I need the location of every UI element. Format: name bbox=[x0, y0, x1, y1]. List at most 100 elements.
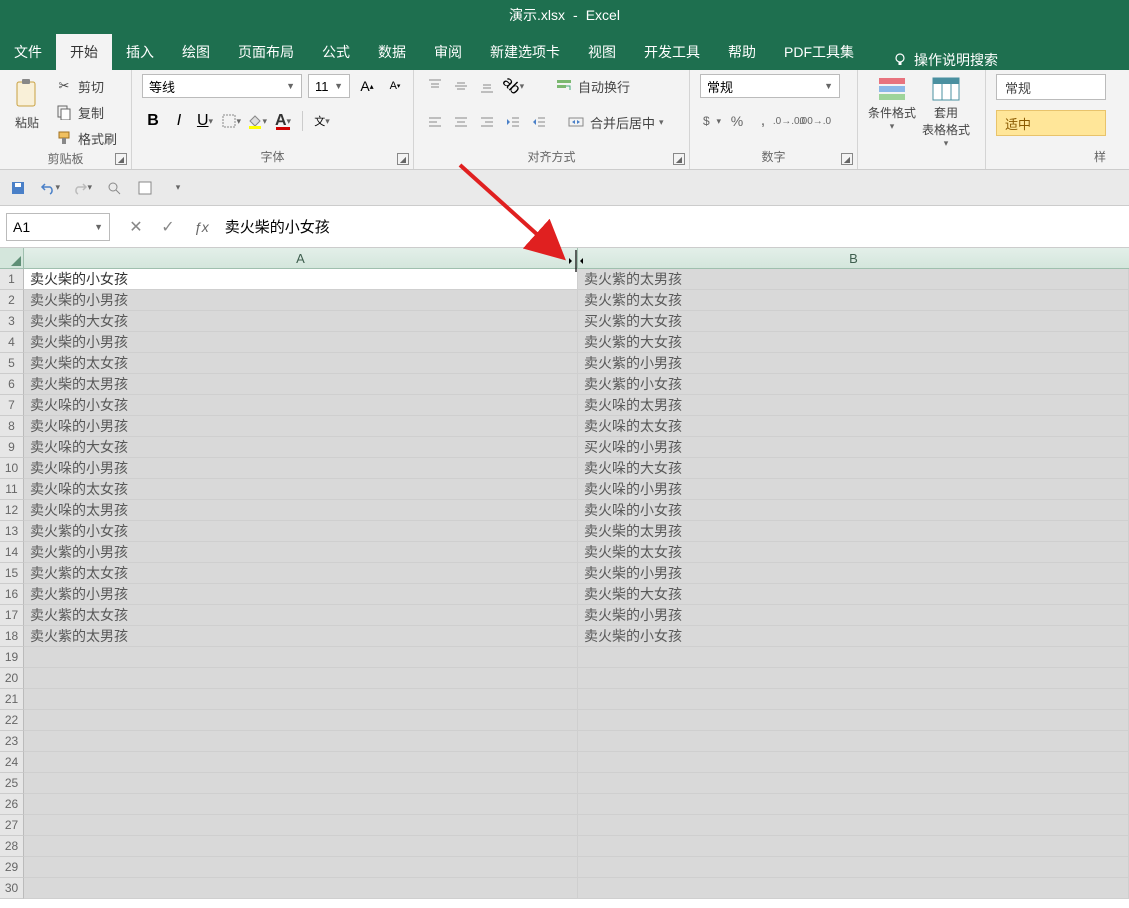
increase-font-button[interactable]: A▴ bbox=[356, 75, 378, 97]
cell[interactable] bbox=[578, 857, 1129, 878]
row-header[interactable]: 11 bbox=[0, 479, 24, 500]
phonetic-button[interactable]: 文 ▾ bbox=[311, 110, 333, 132]
borders-button[interactable]: ▾ bbox=[220, 110, 242, 132]
italic-button[interactable]: I bbox=[168, 110, 190, 132]
align-center-button[interactable] bbox=[450, 111, 472, 133]
cell[interactable]: 买火紫的大女孩 bbox=[578, 311, 1129, 332]
row-header[interactable]: 2 bbox=[0, 290, 24, 311]
cell[interactable] bbox=[24, 794, 578, 815]
cell[interactable]: 卖火紫的小男孩 bbox=[578, 353, 1129, 374]
cell[interactable]: 卖火柴的大女孩 bbox=[578, 584, 1129, 605]
cell[interactable]: 卖火哚的大女孩 bbox=[578, 458, 1129, 479]
alignment-dialog-launcher[interactable]: ◢ bbox=[673, 153, 685, 165]
row-header[interactable]: 23 bbox=[0, 731, 24, 752]
orientation-button[interactable]: ab▾ bbox=[502, 75, 524, 97]
cell[interactable]: 卖火柴的小男孩 bbox=[578, 605, 1129, 626]
tab-pdf[interactable]: PDF工具集 bbox=[770, 34, 868, 70]
column-header-B[interactable]: B bbox=[578, 248, 1129, 268]
tab-data[interactable]: 数据 bbox=[364, 34, 420, 70]
cell[interactable]: 卖火紫的大女孩 bbox=[578, 332, 1129, 353]
cell[interactable] bbox=[578, 773, 1129, 794]
format-as-table-button[interactable]: 套用 表格格式 ▾ bbox=[922, 74, 970, 149]
conditional-format-button[interactable]: 条件格式 ▾ bbox=[868, 74, 916, 132]
cell[interactable] bbox=[24, 668, 578, 689]
cell[interactable]: 卖火柴的太男孩 bbox=[24, 374, 578, 395]
cell[interactable] bbox=[24, 773, 578, 794]
tab-developer[interactable]: 开发工具 bbox=[630, 34, 714, 70]
cell[interactable]: 卖火紫的小女孩 bbox=[578, 374, 1129, 395]
fill-color-button[interactable]: ▾ bbox=[246, 110, 268, 132]
row-header[interactable]: 24 bbox=[0, 752, 24, 773]
row-header[interactable]: 10 bbox=[0, 458, 24, 479]
row-header[interactable]: 25 bbox=[0, 773, 24, 794]
enter-formula-button[interactable]: ✓ bbox=[158, 217, 178, 237]
decrease-indent-button[interactable] bbox=[502, 111, 524, 133]
tell-me-search[interactable]: 操作说明搜索 bbox=[892, 50, 998, 70]
row-header[interactable]: 22 bbox=[0, 710, 24, 731]
cell[interactable] bbox=[24, 752, 578, 773]
row-header[interactable]: 19 bbox=[0, 647, 24, 668]
number-dialog-launcher[interactable]: ◢ bbox=[841, 153, 853, 165]
cell[interactable] bbox=[578, 794, 1129, 815]
cell[interactable] bbox=[578, 710, 1129, 731]
cell[interactable]: 卖火哚的太女孩 bbox=[24, 479, 578, 500]
underline-button[interactable]: U▾ bbox=[194, 110, 216, 132]
font-name-select[interactable]: 等线 ▼ bbox=[142, 74, 302, 98]
cell[interactable] bbox=[24, 836, 578, 857]
row-header[interactable]: 26 bbox=[0, 794, 24, 815]
row-header[interactable]: 6 bbox=[0, 374, 24, 395]
cancel-formula-button[interactable]: ✕ bbox=[126, 217, 146, 237]
cell[interactable]: 卖火柴的太男孩 bbox=[578, 521, 1129, 542]
select-all-corner[interactable] bbox=[0, 248, 24, 268]
cell[interactable] bbox=[24, 815, 578, 836]
row-header[interactable]: 21 bbox=[0, 689, 24, 710]
new-file-button[interactable] bbox=[136, 178, 156, 198]
cell[interactable]: 卖火紫的太男孩 bbox=[578, 269, 1129, 290]
cell[interactable]: 卖火哚的大女孩 bbox=[24, 437, 578, 458]
decrease-decimal-button[interactable]: .00→.0 bbox=[804, 110, 826, 132]
formula-input[interactable] bbox=[219, 213, 1129, 241]
tab-file[interactable]: 文件 bbox=[0, 34, 56, 70]
cell[interactable]: 卖火哚的太男孩 bbox=[578, 395, 1129, 416]
percent-button[interactable]: % bbox=[726, 110, 748, 132]
tab-insert[interactable]: 插入 bbox=[112, 34, 168, 70]
row-header[interactable]: 18 bbox=[0, 626, 24, 647]
cell[interactable]: 卖火哚的太女孩 bbox=[578, 416, 1129, 437]
cell[interactable] bbox=[578, 878, 1129, 899]
tab-newtab[interactable]: 新建选项卡 bbox=[476, 34, 574, 70]
row-header[interactable]: 7 bbox=[0, 395, 24, 416]
cell[interactable]: 卖火哚的小男孩 bbox=[24, 458, 578, 479]
save-button[interactable] bbox=[8, 178, 28, 198]
cell[interactable]: 卖火柴的大女孩 bbox=[24, 311, 578, 332]
cell[interactable]: 卖火哚的小女孩 bbox=[578, 500, 1129, 521]
fx-icon[interactable]: ƒx bbox=[194, 219, 209, 235]
row-header[interactable]: 12 bbox=[0, 500, 24, 521]
row-header[interactable]: 29 bbox=[0, 857, 24, 878]
format-painter-button[interactable]: 格式刷 bbox=[50, 126, 121, 150]
tab-home[interactable]: 开始 bbox=[56, 34, 112, 70]
undo-button[interactable]: ▾ bbox=[40, 178, 60, 198]
font-dialog-launcher[interactable]: ◢ bbox=[397, 153, 409, 165]
cell[interactable]: 卖火哚的小男孩 bbox=[578, 479, 1129, 500]
tab-view[interactable]: 视图 bbox=[574, 34, 630, 70]
row-header[interactable]: 8 bbox=[0, 416, 24, 437]
cell[interactable]: 买火哚的小男孩 bbox=[578, 437, 1129, 458]
cell[interactable]: 卖火柴的太女孩 bbox=[578, 542, 1129, 563]
tab-formulas[interactable]: 公式 bbox=[308, 34, 364, 70]
wrap-text-button[interactable]: 自动换行 bbox=[550, 74, 634, 98]
row-header[interactable]: 1 bbox=[0, 269, 24, 290]
print-preview-button[interactable] bbox=[104, 178, 124, 198]
row-header[interactable]: 16 bbox=[0, 584, 24, 605]
cell[interactable] bbox=[24, 647, 578, 668]
row-header[interactable]: 20 bbox=[0, 668, 24, 689]
cell[interactable]: 卖火柴的太女孩 bbox=[24, 353, 578, 374]
row-header[interactable]: 9 bbox=[0, 437, 24, 458]
cell[interactable]: 卖火哚的小女孩 bbox=[24, 395, 578, 416]
row-header[interactable]: 13 bbox=[0, 521, 24, 542]
row-header[interactable]: 15 bbox=[0, 563, 24, 584]
cell[interactable] bbox=[578, 731, 1129, 752]
clipboard-dialog-launcher[interactable]: ◢ bbox=[115, 153, 127, 165]
cell[interactable] bbox=[578, 668, 1129, 689]
copy-button[interactable]: 复制 bbox=[50, 100, 121, 124]
cell-style-moderate[interactable]: 适中 bbox=[996, 110, 1106, 136]
